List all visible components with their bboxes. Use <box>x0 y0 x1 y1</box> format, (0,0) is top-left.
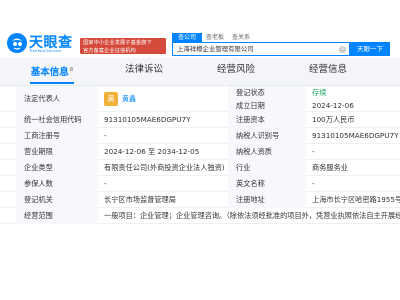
reg-status-label: 登记状态 <box>228 86 306 99</box>
promo-line-1: 国家中小企业发展子基金旗下 <box>83 40 152 46</box>
logo-subtitle: TianYanCha.com <box>29 49 62 53</box>
tab-operating-risk[interactable]: 经营风险 <box>208 58 264 86</box>
est-date-value: 2024-12-06 <box>312 101 354 110</box>
page: 天眼查 TianYanCha.com 国家中小企业发展子基金旗下 官方备案企业征… <box>0 0 400 300</box>
row-label: 行业 <box>228 160 306 176</box>
table-row: 经营范围 一般项目：企业管理；企业管理咨询。（除依法须经批准的项目外，凭营业执照… <box>0 208 400 224</box>
tab-label: 经营风险 <box>216 64 255 75</box>
table-row: 营业期限 2024-12-06 至 2034-12-05 纳税人资质 - <box>0 144 400 160</box>
search-tab-company[interactable]: 查公司 <box>172 33 202 42</box>
row-label: 纳税人资质 <box>228 144 306 160</box>
avatar[interactable]: 黄 <box>104 92 118 106</box>
row-value: 商务服务业 <box>312 163 348 172</box>
tab-legal-litigation[interactable]: 法律诉讼 <box>116 58 172 86</box>
row-label: 经营范围 <box>16 208 98 224</box>
row-value: - <box>104 179 107 188</box>
legal-rep-label: 法定代表人 <box>16 86 98 112</box>
row-value: 91310105MAE6DGPU7Y <box>312 131 399 140</box>
active-tab-indicator <box>30 82 74 84</box>
business-scope-value: 一般项目：企业管理；企业管理咨询。（除依法须经批准的项目外，凭营业执照依法自主开… <box>104 211 400 220</box>
header: 天眼查 TianYanCha.com 国家中小企业发展子基金旗下 官方备案企业征… <box>0 0 400 58</box>
tab-label: 基本信息 <box>30 67 69 79</box>
tab-label: 经营信息 <box>308 64 347 75</box>
row-label: 注册资本 <box>228 112 306 128</box>
logo[interactable]: 天眼查 TianYanCha.com <box>6 30 78 58</box>
row-value: 100万人民币 <box>312 115 355 124</box>
tab-count: 8 <box>69 67 74 73</box>
row-label: 营业期限 <box>16 144 98 160</box>
row-value: 2024-12-06 至 2034-12-05 <box>104 147 200 156</box>
est-date-label: 成立日期 <box>228 99 306 112</box>
row-label: 登记机关 <box>16 192 98 208</box>
promo-banner[interactable]: 国家中小企业发展子基金旗下 官方备案企业征信机构 <box>80 38 166 54</box>
reg-status-value: 存续 <box>312 88 327 97</box>
row-label: 企业类型 <box>16 160 98 176</box>
clear-icon[interactable]: × <box>339 46 346 53</box>
row-value: - <box>104 131 107 140</box>
table-row: 法定代表人 黄 黄鑫 登记状态 存续 成立日期 2024-12-06 <box>0 86 400 112</box>
search-tab-boss[interactable]: 查老板 <box>202 33 228 42</box>
tab-business-info[interactable]: 经营信息 <box>300 58 356 86</box>
row-value: 上海市长宁区哈密路1955号 <box>312 195 400 204</box>
row-label: 工商注册号 <box>16 128 98 144</box>
legal-rep-name[interactable]: 黄鑫 <box>122 92 136 106</box>
row-value: 91310105MAE6DGPU7Y <box>104 115 191 124</box>
row-label: 纳税人识别号 <box>228 128 306 144</box>
row-label: 参保人数 <box>16 176 98 192</box>
row-label: 英文名称 <box>228 176 306 192</box>
tab-label: 法律诉讼 <box>124 64 163 75</box>
row-label: 注册地址 <box>228 192 306 208</box>
search-input[interactable] <box>177 43 337 55</box>
row-value: 长宁区市场监督管理局 <box>104 195 176 204</box>
row-value: - <box>312 147 315 156</box>
table-row: 企业类型 有限责任公司(外商投资企业法人独资) 行业 商务服务业 <box>0 160 400 176</box>
row-value: 有限责任公司(外商投资企业法人独资) <box>104 163 225 172</box>
table-row: 工商注册号 - 纳税人识别号 91310105MAE6DGPU7Y <box>0 128 400 144</box>
row-value: - <box>312 179 315 188</box>
search-tab-relation[interactable]: 查关系 <box>228 33 254 42</box>
search-button[interactable]: 天眼一下 <box>350 42 390 56</box>
table-row: 参保人数 - 英文名称 - <box>0 176 400 192</box>
table-row: 登记机关 长宁区市场监督管理局 注册地址 上海市长宁区哈密路1955号 <box>0 192 400 208</box>
table-row: 统一社会信用代码 91310105MAE6DGPU7Y 注册资本 100万人民币 <box>0 112 400 128</box>
row-label: 统一社会信用代码 <box>16 112 98 128</box>
search-box: × <box>172 42 350 56</box>
promo-line-2: 官方备案企业征信机构 <box>83 47 136 54</box>
tianyancha-logo-icon <box>7 33 27 53</box>
